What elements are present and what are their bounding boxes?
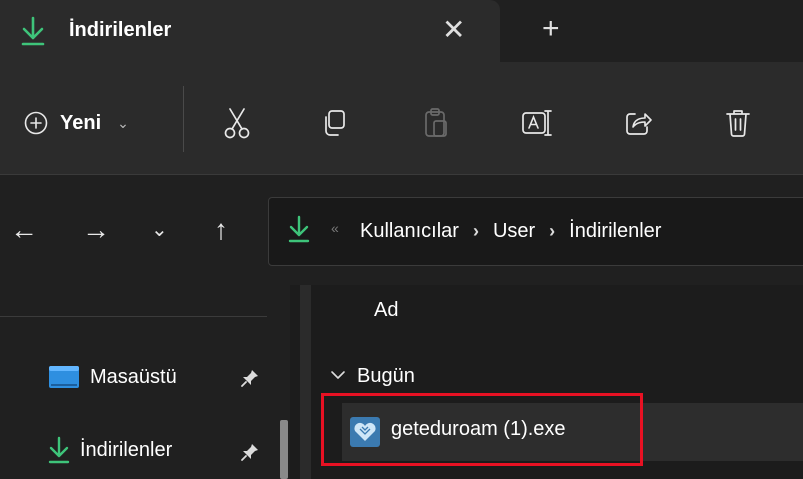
pin-icon <box>240 368 260 388</box>
plus-circle-icon <box>24 111 48 135</box>
chevron-down-icon: ⌄ <box>117 114 129 131</box>
toolbar-divider <box>183 86 184 152</box>
breadcrumb-item[interactable]: İndirilenler <box>569 213 661 249</box>
breadcrumb: Kullanıcılar › User › İndirilenler <box>360 213 661 249</box>
new-tab-button[interactable]: + <box>542 13 560 45</box>
rename-button[interactable] <box>517 103 557 143</box>
forward-button[interactable]: → <box>82 210 110 250</box>
sidebar-item-label: Masaüstü <box>90 365 177 388</box>
chevron-right-icon[interactable]: › <box>473 213 479 249</box>
delete-button[interactable] <box>718 103 758 143</box>
scrollbar-thumb[interactable] <box>280 420 288 479</box>
share-icon <box>623 108 653 138</box>
sidebar-item-downloads[interactable]: İndirilenler <box>48 436 172 464</box>
delete-icon <box>724 108 752 138</box>
group-header-today[interactable]: Bugün <box>357 365 415 388</box>
share-button[interactable] <box>618 103 658 143</box>
recent-locations-button[interactable]: ⌄ <box>151 210 168 250</box>
paste-icon <box>421 107 451 139</box>
close-tab-button[interactable]: ✕ <box>442 14 465 46</box>
sidebar-item-label: İndirilenler <box>80 438 173 461</box>
chevron-right-icon[interactable]: › <box>549 213 555 249</box>
desktop-folder-icon <box>48 364 80 390</box>
download-icon <box>288 215 310 243</box>
up-button[interactable]: ↑ <box>214 210 228 250</box>
new-button-label: Yeni <box>60 111 102 134</box>
back-button[interactable]: ← <box>10 210 38 250</box>
breadcrumb-item[interactable]: User <box>493 213 535 249</box>
tab-title: İndirilenler <box>69 19 172 41</box>
download-icon <box>48 436 70 464</box>
pin-icon <box>240 442 260 462</box>
column-header-name[interactable]: Ad <box>374 299 398 322</box>
rename-icon <box>521 108 553 138</box>
breadcrumb-overflow[interactable]: « <box>331 220 339 236</box>
copy-button[interactable] <box>315 103 355 143</box>
breadcrumb-item[interactable]: Kullanıcılar <box>360 213 459 249</box>
divider <box>0 316 267 317</box>
highlight-annotation <box>321 393 643 466</box>
cut-button[interactable] <box>217 103 257 143</box>
copy-icon <box>320 108 350 138</box>
chevron-down-icon[interactable] <box>330 369 346 381</box>
new-button[interactable]: Yeni ⌄ <box>24 103 129 143</box>
pane-splitter[interactable] <box>300 285 311 479</box>
sidebar-item-desktop[interactable]: Masaüstü <box>48 364 177 390</box>
paste-button[interactable] <box>416 103 456 143</box>
download-icon <box>20 16 46 46</box>
cut-icon <box>222 107 252 139</box>
